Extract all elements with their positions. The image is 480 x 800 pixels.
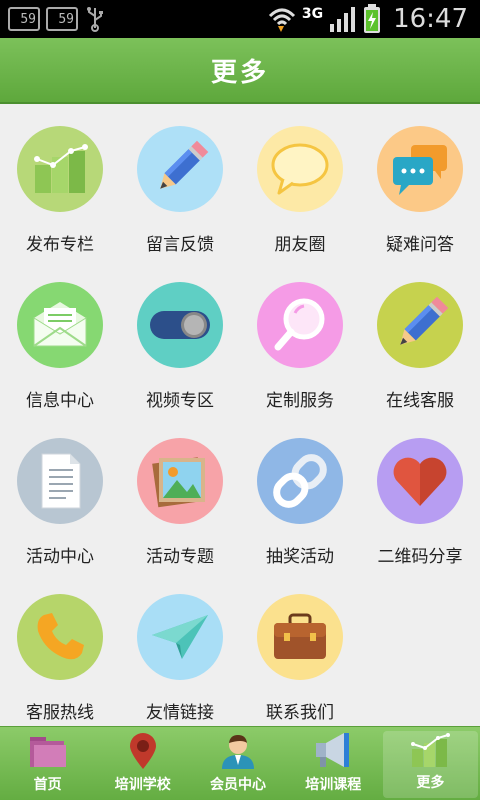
grid-item-label: 信息中心 [26,391,94,411]
speech-bubble-icon [257,126,343,212]
chat-bubbles-icon [377,126,463,212]
heart-icon [377,438,463,524]
tab-home[interactable]: 首页 [0,727,95,800]
grid-item-label: 在线客服 [386,391,454,411]
battery-icon [364,4,381,33]
grid-item-qr-share[interactable]: 二维码分享 [360,416,480,572]
tab-more[interactable]: 更多 [382,731,479,798]
paper-plane-icon [137,594,223,680]
grid-item-label: 友情链接 [146,703,214,723]
grid-item-lottery[interactable]: 抽奖活动 [240,416,360,572]
map-pin-icon [119,730,167,772]
link-icon [257,438,343,524]
grid-item-custom-service[interactable]: 定制服务 [240,260,360,416]
grid-item-feedback[interactable]: 留言反馈 [120,104,240,260]
briefcase-icon [257,594,343,680]
grid-item-publish-column[interactable]: 发布专栏 [0,104,120,260]
tab-label: 会员中心 [210,777,266,793]
grid-item-contact-us[interactable]: 联系我们 [240,572,360,728]
notification-badge: 59 [8,7,40,31]
grid-item-label: 联系我们 [266,703,334,723]
grid-item-label: 客服热线 [26,703,94,723]
magnifier-icon [257,282,343,368]
tab-label: 培训学校 [114,777,171,793]
grid-item-online-support[interactable]: 在线客服 [360,260,480,416]
grid-item-activity-topics[interactable]: 活动专题 [120,416,240,572]
tab-member-center[interactable]: 会员中心 [190,727,285,800]
grid-item-friend-links[interactable]: 友情链接 [120,572,240,728]
user-icon [214,730,262,772]
folder-icon [24,730,72,772]
grid-item-label: 抽奖活动 [266,547,334,567]
tab-label: 首页 [33,777,62,793]
tab-label: 培训课程 [305,777,362,793]
bottom-tab-bar: 首页 培训学校 会员中心 培训课程 更多 [0,726,480,800]
toggle-icon [137,282,223,368]
grid-item-activity-center[interactable]: 活动中心 [0,416,120,572]
grid-item-moments[interactable]: 朋友圈 [240,104,360,260]
photo-icon [137,438,223,524]
grid-item-label: 活动中心 [26,547,94,567]
grid-item-label: 发布专栏 [26,235,94,255]
grid-item-label: 视频专区 [146,391,214,411]
grid-item-label: 活动专题 [146,547,214,567]
grid-item-label: 二维码分享 [377,547,463,567]
page-title: 更多 [210,57,269,88]
grid-item-label: 疑难问答 [386,235,454,255]
usb-icon [87,7,103,32]
megaphone-icon [309,730,357,772]
signal-icon [330,7,356,32]
notification-badge: 59 [46,7,78,31]
bar-chart-icon [17,126,103,212]
bar-chart-icon [406,731,454,770]
grid-item-video-zone[interactable]: 视频专区 [120,260,240,416]
grid-item-label: 朋友圈 [274,235,326,255]
grid-item-service-hotline[interactable]: 客服热线 [0,572,120,728]
status-bar: 59 59 3G 16:47 [0,0,480,38]
clock: 16:47 [393,4,468,34]
document-icon [17,438,103,524]
pencil-icon [137,126,223,212]
network-type: 3G [301,6,324,22]
grid-item-qa[interactable]: 疑难问答 [360,104,480,260]
title-bar: 更多 [0,38,480,104]
tab-training-courses[interactable]: 培训课程 [286,727,381,800]
phone-icon [17,594,103,680]
grid-item-label: 留言反馈 [146,235,214,255]
envelope-icon [17,282,103,368]
feature-grid: 发布专栏 留言反馈 朋友圈 疑难问答 信息中心 视频专区 定制服务 在线客服 活… [0,104,480,724]
wifi-icon [268,8,295,32]
pencil-icon [377,282,463,368]
tab-label: 更多 [416,775,445,791]
grid-item-label: 定制服务 [266,391,334,411]
grid-item-info-center[interactable]: 信息中心 [0,260,120,416]
tab-training-schools[interactable]: 培训学校 [95,727,190,800]
